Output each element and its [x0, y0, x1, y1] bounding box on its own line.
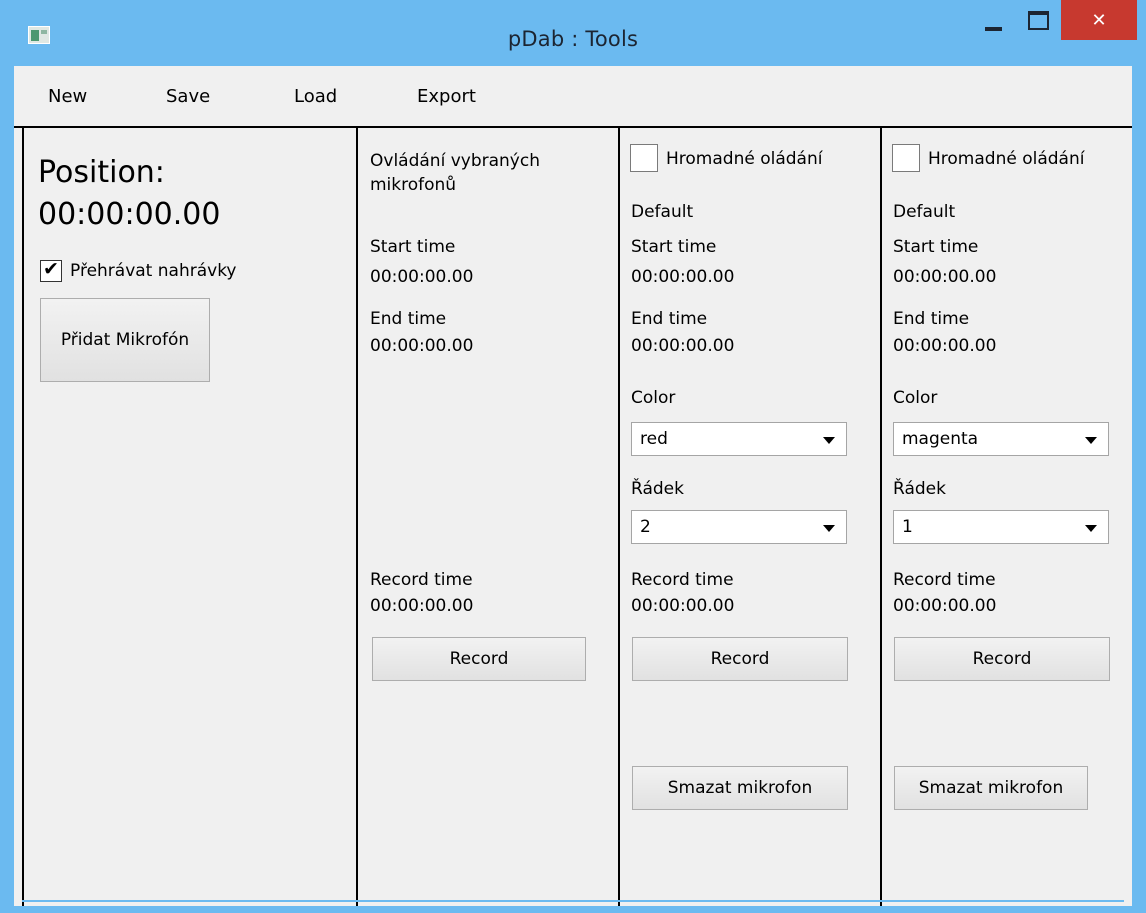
microphone-name: Default — [631, 202, 694, 222]
selected-heading-line2: mikrofonů — [370, 175, 457, 195]
position-value: 00:00:00.00 — [38, 197, 221, 232]
bulk-control-label: Hromadné oládání — [928, 149, 1085, 169]
minimize-button[interactable] — [970, 0, 1016, 46]
start-time-label: Start time — [631, 237, 717, 257]
end-time-value: 00:00:00.00 — [370, 336, 474, 356]
record-time-label: Record time — [893, 570, 996, 590]
end-time-value: 00:00:00.00 — [631, 336, 735, 356]
record-button[interactable]: Record — [372, 637, 586, 681]
color-label: Color — [893, 388, 938, 408]
microphone-name: Default — [893, 202, 956, 222]
microphone-panel: Hromadné oládání Default Start time 00:0… — [620, 128, 882, 906]
color-select-value: red — [640, 429, 668, 449]
color-select[interactable]: magenta — [893, 422, 1109, 456]
close-button[interactable]: ✕ — [1061, 0, 1137, 40]
menu-bar: New Save Load Export — [14, 66, 1132, 126]
end-time-label: End time — [631, 309, 708, 329]
end-time-value: 00:00:00.00 — [893, 336, 997, 356]
close-icon: ✕ — [1091, 9, 1107, 31]
main-content: Position: 00:00:00.00 Přehrávat nahrávky… — [14, 126, 1132, 906]
chevron-down-icon — [1085, 437, 1097, 444]
play-recordings-label: Přehrávat nahrávky — [70, 261, 237, 281]
menu-export[interactable]: Export — [417, 86, 476, 107]
chevron-down-icon — [823, 525, 835, 532]
record-button[interactable]: Record — [894, 637, 1110, 681]
row-label: Řádek — [631, 479, 684, 499]
row-select[interactable]: 2 — [631, 510, 847, 544]
color-select[interactable]: red — [631, 422, 847, 456]
record-time-label: Record time — [631, 570, 734, 590]
start-time-label: Start time — [370, 237, 456, 257]
record-time-value: 00:00:00.00 — [893, 596, 997, 616]
start-time-value: 00:00:00.00 — [893, 267, 997, 287]
selected-heading-line1: Ovládání vybraných — [370, 151, 540, 171]
bulk-control-checkbox[interactable] — [630, 144, 658, 172]
delete-microphone-button[interactable]: Smazat mikrofon — [894, 766, 1088, 810]
app-window: pDab : Tools ✕ New Save Load Export Posi… — [0, 0, 1146, 913]
menu-load[interactable]: Load — [294, 86, 337, 107]
selected-mics-panel: Ovládání vybraných mikrofonů Start time … — [358, 128, 620, 906]
record-time-value: 00:00:00.00 — [370, 596, 474, 616]
position-panel: Position: 00:00:00.00 Přehrávat nahrávky… — [22, 128, 358, 906]
microphone-panel: Hromadné oládání Default Start time 00:0… — [882, 128, 1124, 906]
title-bar[interactable]: pDab : Tools ✕ — [0, 0, 1146, 66]
menu-new[interactable]: New — [48, 86, 87, 107]
start-time-value: 00:00:00.00 — [370, 267, 474, 287]
row-select[interactable]: 1 — [893, 510, 1109, 544]
chevron-down-icon — [823, 437, 835, 444]
window-bottom-edge — [22, 900, 1124, 902]
start-time-label: Start time — [893, 237, 979, 257]
add-microphone-button[interactable]: Přidat Mikrofón — [40, 298, 210, 382]
chevron-down-icon — [1085, 525, 1097, 532]
record-button[interactable]: Record — [632, 637, 848, 681]
client-area: New Save Load Export Position: 00:00:00.… — [14, 66, 1132, 906]
row-select-value: 2 — [640, 517, 651, 537]
delete-microphone-button[interactable]: Smazat mikrofon — [632, 766, 848, 810]
end-time-label: End time — [893, 309, 970, 329]
position-label: Position: — [38, 155, 165, 190]
play-recordings-checkbox[interactable] — [40, 258, 62, 282]
color-select-value: magenta — [902, 429, 979, 449]
maximize-button[interactable] — [1016, 0, 1060, 46]
bulk-control-label: Hromadné oládání — [666, 149, 823, 169]
bulk-control-checkbox[interactable] — [892, 144, 920, 172]
menu-save[interactable]: Save — [166, 86, 210, 107]
end-time-label: End time — [370, 309, 447, 329]
row-select-value: 1 — [902, 517, 913, 537]
start-time-value: 00:00:00.00 — [631, 267, 735, 287]
record-time-label: Record time — [370, 570, 473, 590]
color-label: Color — [631, 388, 676, 408]
row-label: Řádek — [893, 479, 946, 499]
record-time-value: 00:00:00.00 — [631, 596, 735, 616]
